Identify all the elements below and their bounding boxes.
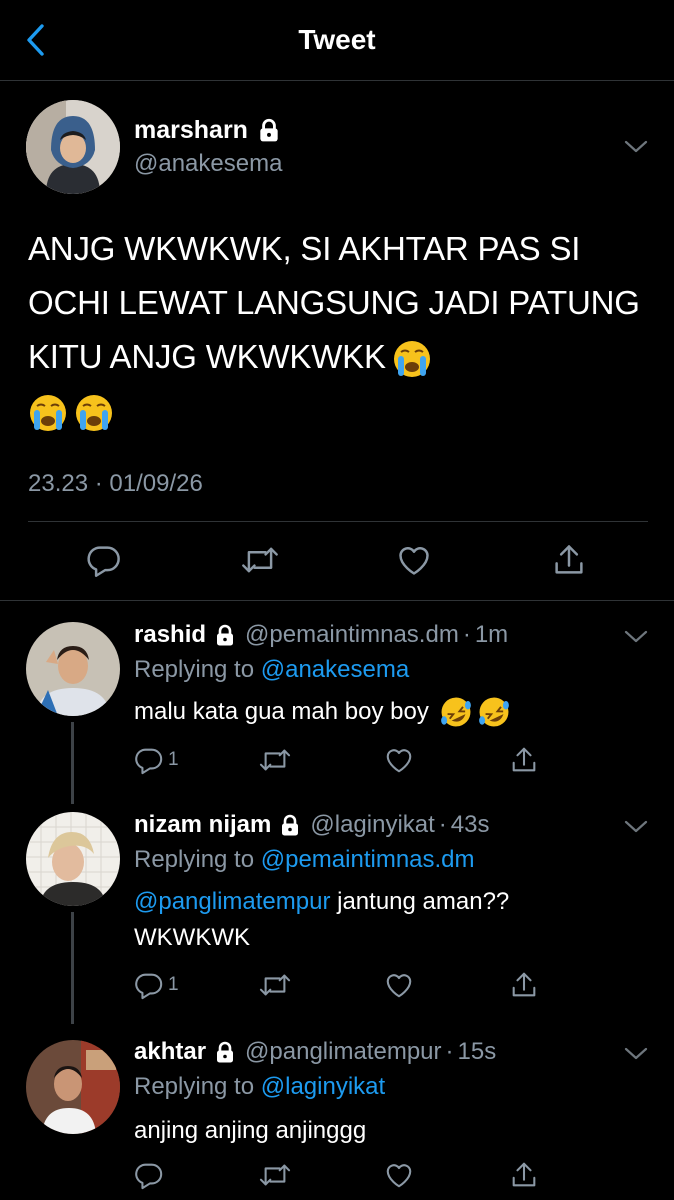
divider [28, 521, 648, 522]
reply-text-content: WKWKWK [134, 924, 250, 951]
heart-icon[interactable] [396, 542, 432, 578]
reply-count: 1 [168, 974, 179, 995]
retweet-icon[interactable] [240, 542, 280, 578]
lock-icon [256, 117, 282, 143]
share-icon[interactable] [551, 542, 587, 578]
thread-line [71, 722, 74, 804]
avatar[interactable] [26, 812, 120, 906]
chevron-down-icon[interactable] [622, 816, 650, 836]
chevron-down-icon[interactable] [622, 1043, 650, 1063]
reply-header: nizam nijam @laginyikat · 43s [134, 809, 490, 841]
rolling-on-floor-laughing-icon [439, 695, 473, 729]
replying-to: Replying to @laginyikat [134, 1071, 385, 1103]
replying-to-label: Replying to [134, 1073, 255, 1100]
replying-to: Replying to @pemaintimnas.dm [134, 844, 475, 876]
retweet-icon[interactable] [258, 970, 292, 1000]
avatar[interactable] [26, 1040, 120, 1134]
lock-icon [213, 1040, 237, 1064]
reply-author-name[interactable]: nizam nijam [134, 809, 271, 841]
page-title: Tweet [298, 24, 376, 55]
reply-text-content: jantung aman?? [337, 888, 510, 915]
reply-icon[interactable] [134, 970, 164, 1000]
rolling-on-floor-laughing-icon [477, 695, 511, 729]
reply-author-handle[interactable]: @panglimatempur [245, 1036, 441, 1068]
share-icon[interactable] [509, 1160, 539, 1190]
reply-icon[interactable] [86, 542, 122, 578]
reply-text: malu kata gua mah boy boy [134, 694, 634, 730]
divider [0, 600, 674, 601]
reply-action[interactable]: 1 [134, 745, 179, 775]
reply-author-handle[interactable]: @pemaintimnas.dm [245, 619, 459, 651]
reply-count: 1 [168, 749, 179, 770]
tweet-timestamp: 23.23 · 01/09/26 [28, 470, 203, 497]
tweet-text-content: ANJG WKWKWK, SI AKHTAR PAS SI OCHI LEWAT… [28, 230, 640, 375]
tweet-text: ANJG WKWKWK, SI AKHTAR PAS SI OCHI LEWAT… [28, 222, 648, 438]
reply-text-content: anjing anjing anjinggg [134, 1117, 367, 1144]
reply-text: anjing anjing anjinggg [134, 1113, 634, 1149]
reply-header: akhtar @panglimatempur · 15s [134, 1036, 496, 1068]
heart-icon[interactable] [384, 1160, 414, 1190]
reply-author-handle[interactable]: @laginyikat [310, 809, 434, 841]
mention-link[interactable]: @panglimatempur [134, 888, 330, 915]
separator-dot: · [438, 811, 447, 838]
reply-header: rashid @pemaintimnas.dm · 1m [134, 619, 508, 651]
thread-line [71, 912, 74, 1024]
replying-to-mention[interactable]: @anakesema [261, 656, 409, 683]
separator-dot: · [445, 1038, 454, 1065]
share-icon[interactable] [509, 970, 539, 1000]
separator-dot: · [462, 621, 471, 648]
replying-to-mention[interactable]: @pemaintimnas.dm [261, 846, 475, 873]
author-handle[interactable]: @anakesema [134, 148, 282, 180]
share-icon[interactable] [509, 745, 539, 775]
loudly-crying-face-icon [74, 393, 114, 433]
reply-author-name[interactable]: rashid [134, 619, 206, 651]
reply-time: 1m [474, 621, 509, 648]
lock-icon [213, 623, 237, 647]
reply-action[interactable]: 1 [134, 970, 179, 1000]
reply-text-content: malu kata gua mah boy boy [134, 698, 429, 725]
loudly-crying-face-icon [392, 339, 432, 379]
reply-icon[interactable] [134, 745, 164, 775]
chevron-down-icon[interactable] [622, 136, 650, 156]
loudly-crying-face-icon [28, 393, 68, 433]
retweet-icon[interactable] [258, 745, 292, 775]
lock-icon [278, 813, 302, 837]
heart-icon[interactable] [384, 745, 414, 775]
author-name-text: marsharn [134, 116, 248, 144]
reply-text: @panglimatempur jantung aman?? WKWKWK [134, 884, 634, 956]
reply-time: 43s [450, 811, 490, 838]
replying-to-label: Replying to [134, 656, 255, 683]
avatar[interactable] [26, 100, 120, 194]
replying-to: Replying to @anakesema [134, 654, 409, 686]
chevron-down-icon[interactable] [622, 626, 650, 646]
replying-to-label: Replying to [134, 846, 255, 873]
reply-time: 15s [457, 1038, 497, 1065]
reply-author-name[interactable]: akhtar [134, 1036, 206, 1068]
retweet-icon[interactable] [258, 1160, 292, 1190]
reply-icon[interactable] [134, 1160, 164, 1190]
replying-to-mention[interactable]: @laginyikat [261, 1073, 385, 1100]
avatar[interactable] [26, 622, 120, 716]
author-name[interactable]: marsharn [134, 113, 282, 147]
heart-icon[interactable] [384, 970, 414, 1000]
